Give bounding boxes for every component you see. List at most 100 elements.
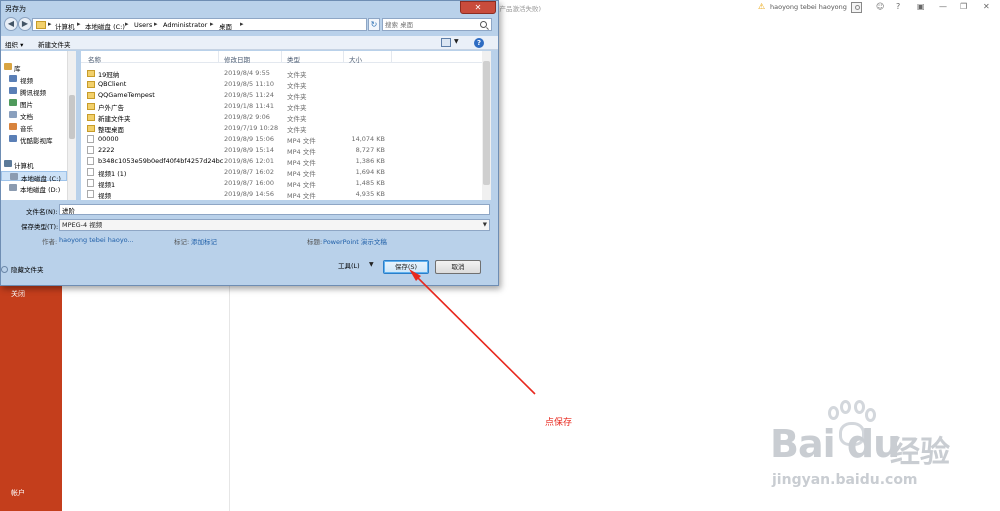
scrollbar-thumb[interactable]: [69, 95, 75, 139]
nav-item[interactable]: 本地磁盘 (D:): [1, 183, 67, 194]
list-header: 名称 修改日期 类型 大小: [81, 51, 482, 64]
folder-icon: [87, 81, 95, 88]
file-type: MP4 文件: [287, 192, 316, 200]
folder-icon: [87, 92, 95, 99]
picture-icon: [9, 99, 17, 106]
nav-item[interactable]: 音乐: [1, 122, 67, 133]
collapse-icon: [1, 266, 8, 273]
list-item[interactable]: QBClient 2019/8/5 11:10 文件夹: [81, 79, 482, 90]
list-item[interactable]: 2222 2019/8/9 15:14 MP4 文件 8,727 KB: [81, 145, 482, 156]
nav-item[interactable]: 库: [1, 62, 67, 73]
list-item[interactable]: 19冠纳 2019/8/4 9:55 文件夹: [81, 68, 482, 79]
list-item[interactable]: 00000 2019/8/9 15:06 MP4 文件 14,074 KB: [81, 134, 482, 145]
file-list-scrollbar[interactable]: [482, 51, 491, 200]
nav-item[interactable]: 图片: [1, 98, 67, 109]
breadcrumb-computer[interactable]: 计算机: [55, 21, 75, 31]
nav-item[interactable]: 计算机: [1, 159, 67, 170]
file-name: 整理桌面: [98, 126, 124, 134]
folder-icon: [36, 21, 46, 29]
video-icon: [9, 135, 17, 142]
sidebar-item-account[interactable]: 帐户: [11, 488, 25, 498]
search-input[interactable]: [385, 20, 477, 30]
file-size: 1,694 KB: [355, 168, 385, 176]
view-options-icon[interactable]: [441, 38, 451, 47]
chevron-down-icon[interactable]: ▼: [454, 38, 459, 45]
list-item[interactable]: 视频1 (1) 2019/8/7 16:02 MP4 文件 1,694 KB: [81, 167, 482, 178]
filetype-select[interactable]: MPEG-4 视频 ▼: [59, 219, 490, 231]
watermark-logo: Bai du: [770, 422, 900, 466]
list-item[interactable]: 户外广告 2019/1/8 11:41 文件夹: [81, 101, 482, 112]
nav-item[interactable]: 腾讯视频: [1, 86, 67, 97]
cancel-button[interactable]: 取消: [435, 260, 481, 274]
dialog-title-bar[interactable]: 另存为 ✕: [1, 1, 498, 15]
nav-item[interactable]: 优酷影视库: [1, 134, 67, 145]
forward-button[interactable]: ▶: [18, 17, 32, 31]
organize-button[interactable]: 组织 ▾: [5, 39, 23, 49]
breadcrumb-administrator[interactable]: Administrator: [163, 21, 207, 29]
dialog-close-button[interactable]: ✕: [460, 1, 496, 14]
column-header-size[interactable]: 大小: [349, 54, 362, 64]
author-value[interactable]: haoyong tebei haoyo...: [59, 236, 134, 244]
hide-folders-toggle[interactable]: 隐藏文件夹: [1, 264, 44, 274]
video-icon: [9, 75, 17, 82]
file-size: 4,935 KB: [355, 190, 385, 198]
address-bar[interactable]: ▸ 计算机 ▸ 本地磁盘 (C:) ▸ Users ▸ Administrato…: [32, 18, 393, 31]
nav-item[interactable]: 本地磁盘 (C:): [1, 171, 67, 183]
nav-item-label: 文档: [20, 113, 33, 121]
list-item[interactable]: 整理桌面 2019/7/19 10:28 文件夹: [81, 123, 482, 134]
search-box[interactable]: [382, 18, 492, 31]
list-item[interactable]: QQGameTempest 2019/8/5 11:24 文件夹: [81, 90, 482, 101]
nav-scrollbar[interactable]: [67, 51, 76, 200]
video-file-icon: [87, 179, 94, 187]
filename-field[interactable]: [59, 204, 490, 215]
warning-icon[interactable]: ⚠: [758, 2, 765, 11]
smiley-icon[interactable]: ☺: [876, 2, 884, 11]
sidebar-item-close[interactable]: 关闭: [11, 289, 25, 299]
video-file-icon: [87, 168, 94, 176]
drive-icon: [9, 184, 17, 191]
close-icon[interactable]: ✕: [983, 2, 990, 11]
column-header-type[interactable]: 类型: [287, 54, 300, 64]
filetype-label: 保存类型(T):: [21, 223, 59, 231]
file-type: MP4 文件: [287, 148, 316, 156]
column-header-name[interactable]: 名称: [88, 54, 101, 64]
file-name: QBClient: [98, 80, 127, 88]
breadcrumb-users[interactable]: Users: [134, 21, 152, 29]
ribbon-display-icon[interactable]: ▣: [917, 2, 925, 11]
breadcrumb-drive-c[interactable]: 本地磁盘 (C:): [85, 21, 125, 31]
column-header-date[interactable]: 修改日期: [224, 54, 250, 64]
nav-item-label: 音乐: [20, 125, 33, 133]
list-item[interactable]: b348c1053e59b0edf40f4bf4257d24bc 2019/8/6…: [81, 156, 482, 167]
list-item[interactable]: 视频1 2019/8/7 16:00 MP4 文件 1,485 KB: [81, 178, 482, 189]
file-date: 2019/8/7 16:00: [224, 179, 274, 187]
tools-button[interactable]: 工具(L): [338, 260, 360, 270]
new-folder-button[interactable]: 新建文件夹: [38, 39, 71, 49]
save-button[interactable]: 保存(S): [383, 260, 429, 274]
dialog-title: 另存为: [5, 5, 26, 13]
help-icon[interactable]: ?: [896, 2, 900, 11]
restore-icon[interactable]: ❐: [960, 2, 967, 11]
title-value[interactable]: PowerPoint 演示文稿: [323, 236, 387, 246]
minimize-icon[interactable]: —: [939, 2, 947, 11]
author-label: 作者:: [42, 238, 58, 246]
list-item[interactable]: 新建文件夹 2019/8/2 9:06 文件夹: [81, 112, 482, 123]
scrollbar-thumb[interactable]: [483, 61, 490, 185]
chevron-down-icon[interactable]: ▼: [369, 261, 374, 268]
save-form: 文件名(N): 保存类型(T): MPEG-4 视频 ▼ 作者: haoyong…: [1, 201, 498, 251]
refresh-button[interactable]: ↻: [368, 18, 380, 31]
list-item[interactable]: 视频 2019/8/9 14:56 MP4 文件 4,935 KB: [81, 189, 482, 200]
computer-icon: [4, 160, 12, 167]
video-icon: [9, 87, 17, 94]
music-icon: [9, 123, 17, 130]
file-name: 视频1: [98, 181, 116, 189]
back-button[interactable]: ◀: [4, 17, 18, 31]
help-icon[interactable]: ?: [474, 38, 484, 48]
user-name[interactable]: haoyong tebei haoyong: [770, 3, 847, 11]
nav-item[interactable]: 文档: [1, 110, 67, 121]
video-file-icon: [87, 190, 94, 198]
nav-item[interactable]: 视频: [1, 74, 67, 85]
avatar[interactable]: [851, 2, 862, 13]
breadcrumb-desktop[interactable]: 桌面: [219, 21, 232, 31]
tags-value[interactable]: 添加标记: [191, 236, 217, 246]
file-date: 2019/8/9 14:56: [224, 190, 274, 198]
